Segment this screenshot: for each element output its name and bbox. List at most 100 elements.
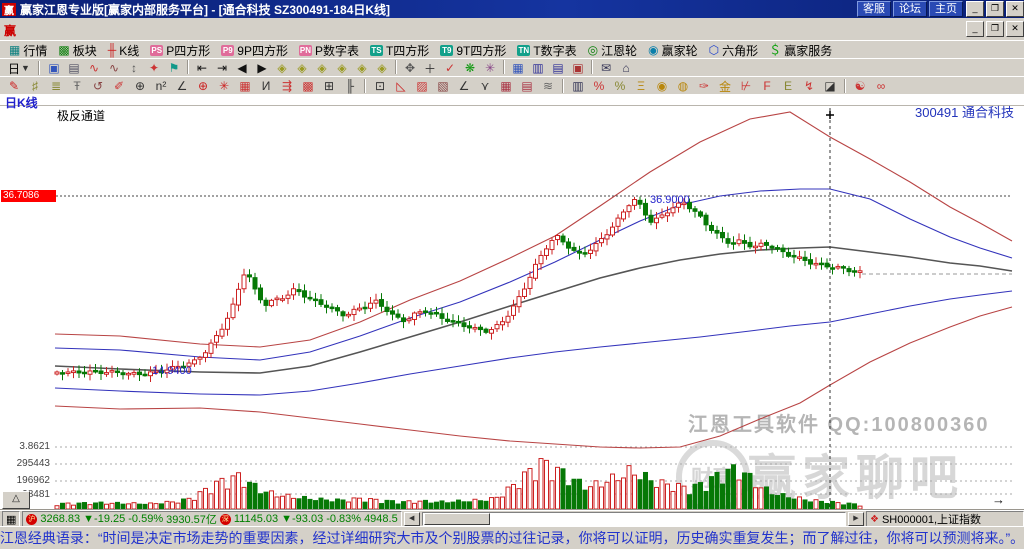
pick-icon[interactable]: ✓: [440, 60, 460, 76]
box-plus-icon[interactable]: ⊡: [370, 78, 390, 94]
ruled-grid-icon[interactable]: ▤: [517, 78, 537, 94]
bars-icon[interactable]: ╟: [340, 78, 360, 94]
9t-square-button[interactable]: T9 9T四方形: [435, 42, 511, 58]
grid-button[interactable]: ▦: [2, 511, 21, 527]
notes-icon[interactable]: ▤: [548, 60, 568, 76]
menu-gann[interactable]: [77, 27, 95, 31]
trend-large-icon[interactable]: ∿: [104, 60, 124, 76]
menu-help[interactable]: [185, 27, 203, 31]
close-button[interactable]: ✕: [1006, 1, 1024, 17]
star-tool-icon[interactable]: ✳: [214, 78, 234, 94]
resistance-icon[interactable]: ⊬: [736, 78, 756, 94]
last-page-icon[interactable]: ⇥: [212, 60, 232, 76]
child-minimize-button[interactable]: _: [966, 21, 984, 37]
menu-file[interactable]: [23, 27, 41, 31]
info-panel-icon[interactable]: ▤: [64, 60, 84, 76]
next-bar-icon[interactable]: ▶: [252, 60, 272, 76]
angle-line-icon[interactable]: ∠: [454, 78, 474, 94]
shade-square-icon[interactable]: ◪: [820, 78, 840, 94]
zoom-diamond-6-icon[interactable]: ◈: [372, 60, 392, 76]
index-quotes-panel[interactable]: 沪 3268.83 ▼-19.25 -0.59% 3930.57亿 深 1114…: [22, 511, 402, 527]
winner-service-button[interactable]: ＄赢家服务: [764, 42, 837, 58]
9p-square-button[interactable]: P9 9P四方形: [216, 42, 293, 58]
zoom-diamond-2-icon[interactable]: ◈: [292, 60, 312, 76]
computer-icon[interactable]: ⌂: [616, 60, 636, 76]
menu-stock-picker[interactable]: [95, 27, 113, 31]
minimize-button[interactable]: _: [966, 1, 984, 17]
golden-band-icon[interactable]: ◍: [673, 78, 693, 94]
child-restore-button[interactable]: ❐: [986, 21, 1004, 37]
expand-panel-button[interactable]: △: [2, 491, 30, 509]
menu-settings[interactable]: [113, 27, 131, 31]
menu-news[interactable]: [59, 27, 77, 31]
zoom-diamond-4-icon[interactable]: ◈: [332, 60, 352, 76]
first-page-icon[interactable]: ⇤: [192, 60, 212, 76]
flag-icon[interactable]: ⚑: [164, 60, 184, 76]
grid-square-icon[interactable]: ▦: [235, 78, 255, 94]
gann-wheel-button[interactable]: ◎ 江恩轮: [583, 42, 643, 58]
sectors-button[interactable]: ▩ 板块: [53, 42, 101, 58]
candle-tool-icon[interactable]: ↕: [124, 60, 144, 76]
restore-button[interactable]: ❐: [986, 1, 1004, 17]
kline-button[interactable]: ╫ K线: [103, 42, 145, 58]
horizontal-scrollbar[interactable]: [421, 512, 846, 526]
shade-ne-icon[interactable]: ▨: [412, 78, 432, 94]
n2-grid-icon[interactable]: n²: [151, 78, 171, 94]
v-line-icon[interactable]: ⋎: [475, 78, 495, 94]
arrow-pen-icon[interactable]: ✐: [109, 78, 129, 94]
calculator-icon[interactable]: ▥: [528, 60, 548, 76]
price-grid-icon[interactable]: ♯: [25, 78, 45, 94]
t-square-button[interactable]: TS T四方形: [365, 42, 434, 58]
pen-tool-icon[interactable]: ✎: [4, 78, 24, 94]
waves-icon[interactable]: ≋: [538, 78, 558, 94]
menu-browse[interactable]: [41, 27, 59, 31]
red-grid-icon[interactable]: ▦: [496, 78, 516, 94]
winner-wheel-button[interactable]: ◉ 赢家轮: [643, 42, 703, 58]
fib-icon[interactable]: F: [757, 78, 777, 94]
child-close-button[interactable]: ✕: [1006, 21, 1024, 37]
golden-circle-icon[interactable]: ◉: [652, 78, 672, 94]
zoom-diamond-5-icon[interactable]: ◈: [352, 60, 372, 76]
scrollbar-thumb[interactable]: [423, 513, 490, 525]
titlebar-link-support[interactable]: 客服: [857, 1, 891, 17]
hexagon-button[interactable]: ⬡ 六角形: [704, 42, 764, 58]
shade-nw-icon[interactable]: ▧: [433, 78, 453, 94]
scroll-right-icon[interactable]: →: [992, 492, 1005, 507]
trend-small-icon[interactable]: ∿: [84, 60, 104, 76]
dense-grid-icon[interactable]: ▩: [298, 78, 318, 94]
annotate-icon[interactable]: ✑: [694, 78, 714, 94]
save-icon[interactable]: ▣: [568, 60, 588, 76]
yinyang-icon[interactable]: ☯: [850, 78, 870, 94]
t-table-button[interactable]: TN T数字表: [512, 42, 581, 58]
k-mark-icon[interactable]: И: [256, 78, 276, 94]
restore-view-icon[interactable]: ✦: [144, 60, 164, 76]
pan-hand-icon[interactable]: ✥: [400, 60, 420, 76]
infinity-icon[interactable]: ∞: [871, 78, 891, 94]
target-icon[interactable]: ⊕: [193, 78, 213, 94]
quotes-button[interactable]: ▦ 行情: [4, 42, 52, 58]
chart-pane[interactable]: 江恩工具软件 QQ:100800360 财赢 赢家聊吧 日K线 极反通道 300…: [0, 94, 1024, 514]
spiral-icon[interactable]: ↺: [88, 78, 108, 94]
prev-bar-icon[interactable]: ◀: [232, 60, 252, 76]
gann-fan-icon[interactable]: ◺: [391, 78, 411, 94]
menu-trade[interactable]: [167, 27, 185, 31]
scrollbar-right-button[interactable]: ▶: [848, 512, 864, 526]
period-dropdown[interactable]: 日 ▼: [4, 60, 34, 76]
menu-tools[interactable]: [131, 27, 149, 31]
zoom-diamond-3-icon[interactable]: ◈: [312, 60, 332, 76]
mail-icon[interactable]: ✉: [596, 60, 616, 76]
zoom-diamond-1-icon[interactable]: ◈: [272, 60, 292, 76]
p-table-button[interactable]: PN P数字表: [294, 42, 364, 58]
golden-section-icon[interactable]: 金: [715, 78, 735, 94]
calendar-icon[interactable]: ▦: [508, 60, 528, 76]
measure-grid-icon[interactable]: ▥: [568, 78, 588, 94]
crosshair-icon[interactable]: ＋: [420, 60, 440, 76]
web-icon[interactable]: ❋: [460, 60, 480, 76]
candlestick-chart[interactable]: [0, 94, 1024, 510]
titlebar-link-home[interactable]: 主页: [929, 1, 963, 17]
brush-icon[interactable]: ✳: [480, 60, 500, 76]
chart-frame-icon[interactable]: ▣: [44, 60, 64, 76]
time-grid-icon[interactable]: ≣: [46, 78, 66, 94]
titlebar-link-forum[interactable]: 论坛: [893, 1, 927, 17]
levels-tool-icon[interactable]: Ξ: [631, 78, 651, 94]
